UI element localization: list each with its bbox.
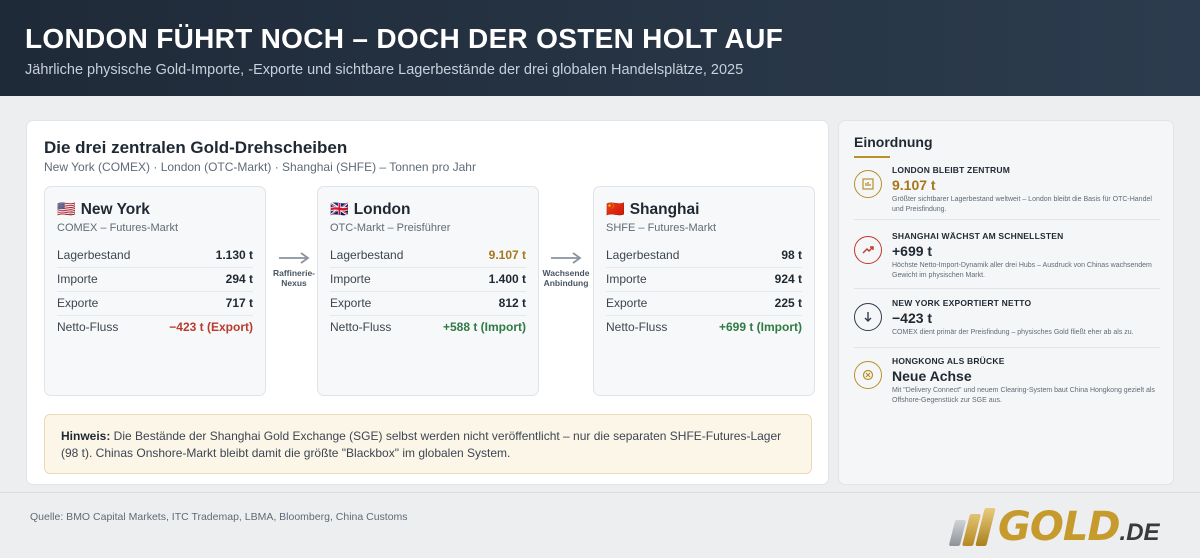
connector-refinery: Raffinerie- Nexus (267, 251, 321, 288)
page-header: LONDON FÜHRT NOCH – DOCH DER OSTEN HOLT … (0, 0, 1200, 96)
insight-label: SHANGHAI WÄCHST AM SCHNELLSTEN (892, 231, 1064, 241)
insight-label: NEW YORK EXPORTIERT NETTO (892, 298, 1032, 308)
insight-value: Neue Achse (892, 368, 972, 384)
table-row: Lagerbestand 98 t (606, 243, 802, 268)
insight-item: NEW YORK EXPORTIERT NETTO −423 t COMEX d… (854, 298, 1160, 348)
hub-subtitle: SHFE – Futures-Markt (606, 222, 717, 234)
insight-value: −423 t (892, 310, 933, 326)
table-row: Exporte 812 t (330, 291, 526, 316)
hubs-title: Die drei zentralen Gold-Drehscheiben (44, 138, 348, 157)
table-row: Lagerbestand 9.107 t (330, 243, 526, 268)
connector-growing: Wachsende Anbindung (539, 251, 593, 288)
table-row: Exporte 225 t (606, 291, 802, 316)
uk-flag-icon: 🇬🇧 (330, 201, 349, 218)
us-flag-icon: 🇺🇸 (57, 201, 76, 218)
hubs-card: Die drei zentralen Gold-Drehscheiben New… (26, 120, 829, 485)
hub-subtitle: OTC-Markt – Preisführer (330, 222, 451, 234)
chart-icon (854, 170, 882, 198)
hub-table: Lagerbestand 1.130 t Importe 294 t Exporte… (57, 243, 253, 339)
insight-item: HONGKONG ALS BRÜCKE Neue Achse Mit "Deli… (854, 356, 1160, 414)
note-box: Hinweis: Die Bestände der Shanghai Gold … (44, 414, 812, 474)
table-row: Exporte 717 t (57, 291, 253, 316)
hub-name: 🇺🇸 New York (57, 201, 150, 218)
insights-panel: Einordnung LONDON BLEIBT ZENTRUM 9.107 t… (838, 120, 1174, 485)
page-subtitle: Jährliche physische Gold-Importe, -Expor… (25, 62, 744, 78)
insight-value: +699 t (892, 243, 933, 259)
hub-name: 🇨🇳 Shanghai (606, 201, 700, 218)
trend-up-icon (854, 236, 882, 264)
arrow-down-icon (854, 303, 882, 331)
insight-desc: Höchste Netto-Import-Dynamik aller drei … (892, 262, 1152, 279)
hub-name: 🇬🇧 London (330, 201, 411, 218)
insights-title: Einordnung (854, 134, 933, 150)
title-underline (854, 156, 890, 158)
connector-label: Wachsende Anbindung (542, 268, 590, 288)
cn-flag-icon: 🇨🇳 (606, 201, 625, 218)
table-row: Importe 1.400 t (330, 267, 526, 292)
gold-de-logo[interactable]: GOLD .DE (948, 503, 1160, 551)
hub-card-new-york: 🇺🇸 New York COMEX – Futures-Markt Lagerb… (44, 186, 266, 396)
insight-desc: COMEX dient primär der Preisfindung – ph… (892, 329, 1134, 336)
source-note: Quelle: BMO Capital Markets, ITC Tradema… (30, 511, 408, 523)
table-row: Netto-Fluss +588 t (Import) (330, 320, 526, 335)
arrow-right-icon (279, 252, 310, 264)
note-label: Hinweis: (61, 429, 111, 443)
page-title: LONDON FÜHRT NOCH – DOCH DER OSTEN HOLT … (25, 23, 783, 54)
table-row: Lagerbestand 1.130 t (57, 243, 253, 268)
insight-desc: Mit "Delivery Connect" und neuem Clearin… (892, 387, 1155, 404)
hub-card-shanghai: 🇨🇳 Shanghai SHFE – Futures-Markt Lagerbe… (593, 186, 815, 396)
table-row: Netto-Fluss +699 t (Import) (606, 320, 802, 335)
arrow-right-icon (551, 252, 582, 264)
gold-bars-icon (948, 508, 996, 546)
table-row: Importe 294 t (57, 267, 253, 292)
logo-tld: .DE (1119, 519, 1160, 546)
insight-value: 9.107 t (892, 177, 936, 193)
hub-table: Lagerbestand 98 t Importe 924 t Exporte 225… (606, 243, 802, 339)
hub-subtitle: COMEX – Futures-Markt (57, 222, 179, 234)
table-row: Importe 924 t (606, 267, 802, 292)
insight-desc: Größter sichtbarer Lagerbestand weltweit… (892, 196, 1152, 213)
insight-label: HONGKONG ALS BRÜCKE (892, 356, 1005, 366)
page-footer: Quelle: BMO Capital Markets, ITC Tradema… (0, 492, 1200, 558)
logo-text: GOLD (998, 504, 1121, 550)
hub-table: Lagerbestand 9.107 t Importe 1.400 t Expor… (330, 243, 526, 339)
hubs-subtitle: New York (COMEX) · London (OTC-Markt) · … (44, 160, 476, 174)
exchange-icon (854, 361, 882, 389)
insight-item: SHANGHAI WÄCHST AM SCHNELLSTEN +699 t Hö… (854, 231, 1160, 289)
insight-label: LONDON BLEIBT ZENTRUM (892, 165, 1010, 175)
hub-card-london: 🇬🇧 London OTC-Markt – Preisführer Lagerb… (317, 186, 539, 396)
table-row: Netto-Fluss −423 t (Export) (57, 320, 253, 335)
insight-item: LONDON BLEIBT ZENTRUM 9.107 t Größter si… (854, 165, 1160, 220)
note-text: Die Bestände der Shanghai Gold Exchange … (61, 429, 782, 460)
connector-label: Raffinerie- Nexus (272, 268, 316, 288)
